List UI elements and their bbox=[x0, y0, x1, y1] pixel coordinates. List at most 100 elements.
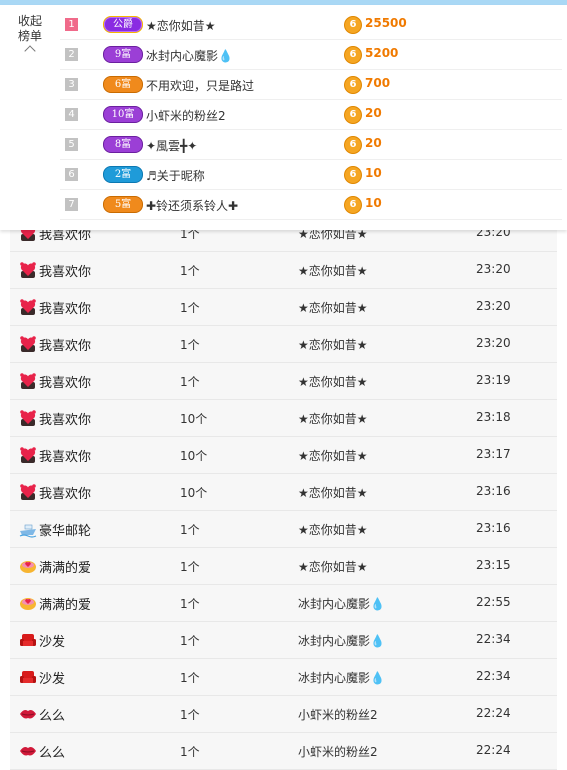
gift-name: 我喜欢你 bbox=[39, 487, 92, 502]
collapse-label-line1: 收起 bbox=[17, 14, 42, 28]
gift-quantity: 10个 bbox=[180, 412, 208, 426]
rank-number: 3 bbox=[65, 78, 78, 91]
coin-icon: 6 bbox=[344, 136, 362, 154]
contribution-score: 25500 bbox=[365, 16, 407, 30]
gift-recipient[interactable]: ★恋你如昔★ bbox=[298, 447, 368, 464]
gift-quantity: 1个 bbox=[180, 597, 200, 611]
wealth-badge: 公爵 bbox=[103, 16, 143, 33]
gift-name: 我喜欢你 bbox=[39, 265, 92, 280]
ranking-row[interactable]: 5 8富 ✦風雲╋✦ 6 20 bbox=[60, 130, 562, 160]
gift-recipient[interactable]: ★恋你如昔★ bbox=[298, 262, 368, 279]
gift-quantity: 1个 bbox=[180, 560, 200, 574]
rank-number: 4 bbox=[65, 108, 78, 121]
user-name[interactable]: 冰封内心魔影💧 bbox=[146, 47, 233, 64]
gift-time: 23:18 bbox=[476, 410, 511, 424]
gift-record-row: 沙发 1个 冰封内心魔影💧 22:34 bbox=[10, 659, 557, 696]
gift-name: 豪华邮轮 bbox=[39, 524, 92, 539]
gift-name: 满满的爱 bbox=[39, 598, 92, 613]
ranking-row[interactable]: 1 公爵 ★恋你如昔★ 6 25500 bbox=[60, 10, 562, 40]
gift-recipient[interactable]: 冰封内心魔影💧 bbox=[298, 595, 385, 612]
contribution-score: 10 bbox=[365, 166, 382, 180]
gift-time: 22:34 bbox=[476, 632, 511, 646]
gift-recipient[interactable]: 冰封内心魔影💧 bbox=[298, 632, 385, 649]
gift-time: 22:55 bbox=[476, 595, 511, 609]
heart-bear-icon bbox=[19, 372, 37, 390]
user-name[interactable]: ✦風雲╋✦ bbox=[146, 137, 197, 154]
contribution-score: 10 bbox=[365, 196, 382, 210]
heart-bear-icon bbox=[19, 335, 37, 353]
user-name[interactable]: ★恋你如昔★ bbox=[146, 17, 216, 34]
gift-record-row: 豪华邮轮 1个 ★恋你如昔★ 23:16 bbox=[10, 511, 557, 548]
wealth-badge: 8富 bbox=[103, 136, 143, 153]
gift-name: 我喜欢你 bbox=[39, 376, 92, 391]
ranking-row[interactable]: 3 6富 不用欢迎，只是路过 6 700 bbox=[60, 70, 562, 100]
gift-quantity: 1个 bbox=[180, 301, 200, 315]
gift-record-row: 满满的爱 1个 冰封内心魔影💧 22:55 bbox=[10, 585, 557, 622]
wealth-badge: 6富 bbox=[103, 76, 143, 93]
sofa-icon bbox=[19, 631, 37, 649]
gift-name: 么么 bbox=[39, 709, 66, 724]
ranking-row[interactable]: 4 10富 小虾米的粉丝2 6 20 bbox=[60, 100, 562, 130]
gift-recipient[interactable]: ★恋你如昔★ bbox=[298, 521, 368, 538]
gift-record-row: 沙发 1个 冰封内心魔影💧 22:34 bbox=[10, 622, 557, 659]
gift-time: 23:20 bbox=[476, 299, 511, 313]
gift-time: 23:20 bbox=[476, 336, 511, 350]
gift-time: 23:19 bbox=[476, 373, 511, 387]
gift-time: 22:24 bbox=[476, 743, 511, 757]
gift-quantity: 1个 bbox=[180, 375, 200, 389]
gift-recipient[interactable]: ★恋你如昔★ bbox=[298, 373, 368, 390]
rank-number: 6 bbox=[65, 168, 78, 181]
heart-bear-icon bbox=[19, 483, 37, 501]
gift-name: 我喜欢你 bbox=[39, 302, 92, 317]
gift-record-row: 么么 1个 小虾米的粉丝2 22:24 bbox=[10, 696, 557, 733]
collapse-ranking-button[interactable]: 收起 榜单 bbox=[8, 14, 52, 57]
coin-icon: 6 bbox=[344, 106, 362, 124]
wealth-badge: 2富 bbox=[103, 166, 143, 183]
heart-bear-icon bbox=[19, 409, 37, 427]
gift-time: 23:16 bbox=[476, 521, 511, 535]
gift-record-list: 我喜欢你 1个 ★恋你如昔★ 23:20 我喜欢你 1个 ★恋你如昔★ 23:20 我喜欢你 1个… bbox=[10, 215, 557, 770]
gift-recipient[interactable]: 小虾米的粉丝2 bbox=[298, 706, 378, 723]
love-bowl-icon bbox=[19, 557, 37, 575]
gift-quantity: 10个 bbox=[180, 486, 208, 500]
gift-time: 23:15 bbox=[476, 558, 511, 572]
contribution-score: 700 bbox=[365, 76, 391, 90]
gift-quantity: 1个 bbox=[180, 338, 200, 352]
ranking-row[interactable]: 2 9富 冰封内心魔影💧 6 5200 bbox=[60, 40, 562, 70]
ranking-row[interactable]: 6 2富 ♬关于昵称 6 10 bbox=[60, 160, 562, 190]
cruise-ship-icon bbox=[19, 520, 37, 538]
gift-recipient[interactable]: ★恋你如昔★ bbox=[298, 410, 368, 427]
rank-number: 2 bbox=[65, 48, 78, 61]
gift-time: 23:20 bbox=[476, 262, 511, 276]
gift-recipient[interactable]: ★恋你如昔★ bbox=[298, 484, 368, 501]
gift-name: 沙发 bbox=[39, 635, 66, 650]
rank-number: 7 bbox=[65, 198, 78, 211]
user-name[interactable]: ✚铃还须系铃人✚ bbox=[146, 197, 238, 214]
gift-recipient[interactable]: 小虾米的粉丝2 bbox=[298, 743, 378, 760]
coin-icon: 6 bbox=[344, 46, 362, 64]
gift-record-row: 我喜欢你 10个 ★恋你如昔★ 23:18 bbox=[10, 400, 557, 437]
ranking-row[interactable]: 7 5富 ✚铃还须系铃人✚ 6 10 bbox=[60, 190, 562, 220]
user-name[interactable]: ♬关于昵称 bbox=[146, 167, 205, 184]
gift-quantity: 1个 bbox=[180, 523, 200, 537]
gift-recipient[interactable]: ★恋你如昔★ bbox=[298, 299, 368, 316]
kiss-lips-icon bbox=[19, 705, 37, 723]
gift-recipient[interactable]: ★恋你如昔★ bbox=[298, 558, 368, 575]
gift-record-row: 我喜欢你 1个 ★恋你如昔★ 23:19 bbox=[10, 363, 557, 400]
gift-name: 我喜欢你 bbox=[39, 413, 92, 428]
ranking-panel: 收起 榜单 1 公爵 ★恋你如昔★ 6 25500 2 9富 冰封内心魔影💧 6 5200 3 6富不… bbox=[0, 5, 567, 230]
sofa-icon bbox=[19, 668, 37, 686]
collapse-label-line2: 榜单 bbox=[17, 29, 42, 43]
love-bowl-icon bbox=[19, 594, 37, 612]
user-name[interactable]: 不用欢迎，只是路过 bbox=[146, 77, 254, 94]
wealth-badge: 9富 bbox=[103, 46, 143, 63]
gift-time: 22:24 bbox=[476, 706, 511, 720]
coin-icon: 6 bbox=[344, 196, 362, 214]
gift-recipient[interactable]: 冰封内心魔影💧 bbox=[298, 669, 385, 686]
coin-icon: 6 bbox=[344, 16, 362, 34]
wealth-badge: 5富 bbox=[103, 196, 143, 213]
rank-number: 1 bbox=[65, 18, 78, 31]
user-name[interactable]: 小虾米的粉丝2 bbox=[146, 107, 226, 124]
heart-bear-icon bbox=[19, 446, 37, 464]
gift-recipient[interactable]: ★恋你如昔★ bbox=[298, 336, 368, 353]
